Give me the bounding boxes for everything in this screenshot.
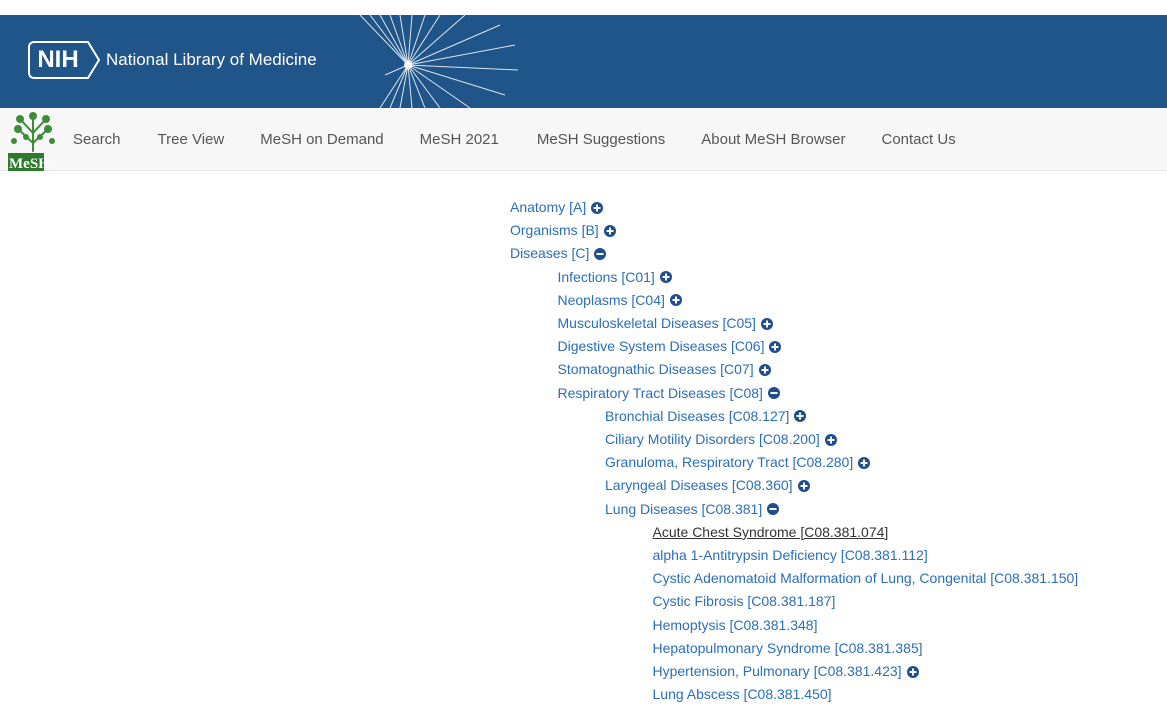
tree-node: Granuloma, Respiratory Tract [C08.280] xyxy=(605,451,871,474)
tree-node: Acute Chest Syndrome [C08.381.074] xyxy=(653,521,889,544)
tree-node-link[interactable]: Cystic Fibrosis [C08.381.187] xyxy=(653,590,836,613)
tree-node-link[interactable]: Diseases [C] xyxy=(510,242,589,265)
plus-circle-icon[interactable] xyxy=(659,271,672,284)
minus-circle-icon[interactable] xyxy=(767,387,780,400)
nih-label: NIH xyxy=(28,41,86,79)
tree-node-link[interactable]: Hemoptysis [C08.381.348] xyxy=(653,614,818,637)
main-navbar: MeSH Search Tree View MeSH on Demand MeS… xyxy=(0,108,1167,171)
nav-contact-us[interactable]: Contact Us xyxy=(882,131,956,148)
tree-node-link[interactable]: Granuloma, Respiratory Tract [C08.280] xyxy=(605,451,853,474)
site-title: National Library of Medicine xyxy=(106,50,317,69)
plus-circle-icon[interactable] xyxy=(906,665,919,678)
tree-node: Cystic Fibrosis [C08.381.187] xyxy=(653,590,836,613)
tree-node-link[interactable]: Lung Diseases [C08.381] xyxy=(605,498,762,521)
tree-node: Hemoptysis [C08.381.348] xyxy=(653,614,818,637)
tree-node-link[interactable]: Anatomy [A] xyxy=(510,196,586,219)
tree-node-link[interactable]: Acute Chest Syndrome [C08.381.074] xyxy=(653,521,889,544)
tree-node: Hepatopulmonary Syndrome [C08.381.385] xyxy=(653,637,923,660)
tree-node: Diseases [C] xyxy=(510,242,607,265)
plus-circle-icon[interactable] xyxy=(760,317,773,330)
tree-node-link[interactable]: Hepatopulmonary Syndrome [C08.381.385] xyxy=(653,637,923,660)
nav-about-mesh-browser[interactable]: About MeSH Browser xyxy=(701,131,845,148)
mesh-logo[interactable]: MeSH xyxy=(8,111,58,171)
tree-node-link[interactable]: Musculoskeletal Diseases [C05] xyxy=(558,312,756,335)
tree-node: Bronchial Diseases [C08.127] xyxy=(605,405,807,428)
tree-node-link[interactable]: Bronchial Diseases [C08.127] xyxy=(605,405,789,428)
tree-node-link[interactable]: Ciliary Motility Disorders [C08.200] xyxy=(605,428,820,451)
tree-node: Cystic Adenomatoid Malformation of Lung,… xyxy=(653,567,1079,590)
tree-node: Stomatognathic Diseases [C07] xyxy=(558,358,771,381)
tree-node-link[interactable]: Laryngeal Diseases [C08.360] xyxy=(605,474,793,497)
plus-circle-icon[interactable] xyxy=(858,456,871,469)
plus-circle-icon[interactable] xyxy=(669,294,682,307)
plus-circle-icon[interactable] xyxy=(758,363,771,376)
tree-node: Neoplasms [C04] xyxy=(558,289,682,312)
tree-node: Musculoskeletal Diseases [C05] xyxy=(558,312,773,335)
tree-node: Anatomy [A] xyxy=(510,196,604,219)
tree-node: Lung Diseases [C08.381] xyxy=(605,498,780,521)
plus-circle-icon[interactable] xyxy=(603,224,616,237)
nav-tree-view[interactable]: Tree View xyxy=(158,131,225,148)
tree-node: Infections [C01] xyxy=(558,266,672,289)
nav-search[interactable]: Search xyxy=(73,131,121,148)
tree-node: Ciliary Motility Disorders [C08.200] xyxy=(605,428,837,451)
plus-circle-icon[interactable] xyxy=(591,201,604,214)
tree-node: Digestive System Diseases [C06] xyxy=(558,335,782,358)
tree-node-link[interactable]: Digestive System Diseases [C06] xyxy=(558,335,765,358)
tree-node-link[interactable]: Cystic Adenomatoid Malformation of Lung,… xyxy=(653,567,1079,590)
tree-node-link[interactable]: Hypertension, Pulmonary [C08.381.423] xyxy=(653,660,902,683)
tree-node-link[interactable]: Neoplasms [C04] xyxy=(558,289,665,312)
tree-node: Lung Abscess [C08.381.450] xyxy=(653,683,832,706)
tree-node: Respiratory Tract Diseases [C08] xyxy=(558,382,780,405)
top-strip xyxy=(0,0,1167,15)
minus-circle-icon[interactable] xyxy=(767,503,780,516)
nav-mesh-2021[interactable]: MeSH 2021 xyxy=(420,131,499,148)
nav-menu: Search Tree View MeSH on Demand MeSH 202… xyxy=(73,108,956,170)
tree-node: Organisms [B] xyxy=(510,219,616,242)
chevron-right-icon xyxy=(86,41,100,79)
plus-circle-icon[interactable] xyxy=(769,340,782,353)
nav-mesh-on-demand[interactable]: MeSH on Demand xyxy=(260,131,383,148)
tree-node-link[interactable]: alpha 1-Antitrypsin Deficiency [C08.381.… xyxy=(653,544,928,567)
tree-node-link[interactable]: Lung Abscess [C08.381.450] xyxy=(653,683,832,706)
nav-mesh-suggestions[interactable]: MeSH Suggestions xyxy=(537,131,665,148)
tree-node: alpha 1-Antitrypsin Deficiency [C08.381.… xyxy=(653,544,928,567)
tree-node-link[interactable]: Respiratory Tract Diseases [C08] xyxy=(558,382,763,405)
tree-node-link[interactable]: Stomatognathic Diseases [C07] xyxy=(558,358,754,381)
tree-node-link[interactable]: Organisms [B] xyxy=(510,219,599,242)
plus-circle-icon[interactable] xyxy=(794,410,807,423)
tree-node: Hypertension, Pulmonary [C08.381.423] xyxy=(653,660,919,683)
tree-node-link[interactable]: Infections [C01] xyxy=(558,266,655,289)
mesh-logo-text: MeSH xyxy=(9,156,50,171)
plus-circle-icon[interactable] xyxy=(797,479,810,492)
nlm-banner: NIH National Library of Medicine xyxy=(0,15,1167,108)
nih-logo[interactable]: NIH National Library of Medicine xyxy=(28,40,317,80)
plus-circle-icon[interactable] xyxy=(824,433,837,446)
tree-node: Laryngeal Diseases [C08.360] xyxy=(605,474,810,497)
minus-circle-icon[interactable] xyxy=(594,247,607,260)
starburst-graphic xyxy=(359,15,519,108)
